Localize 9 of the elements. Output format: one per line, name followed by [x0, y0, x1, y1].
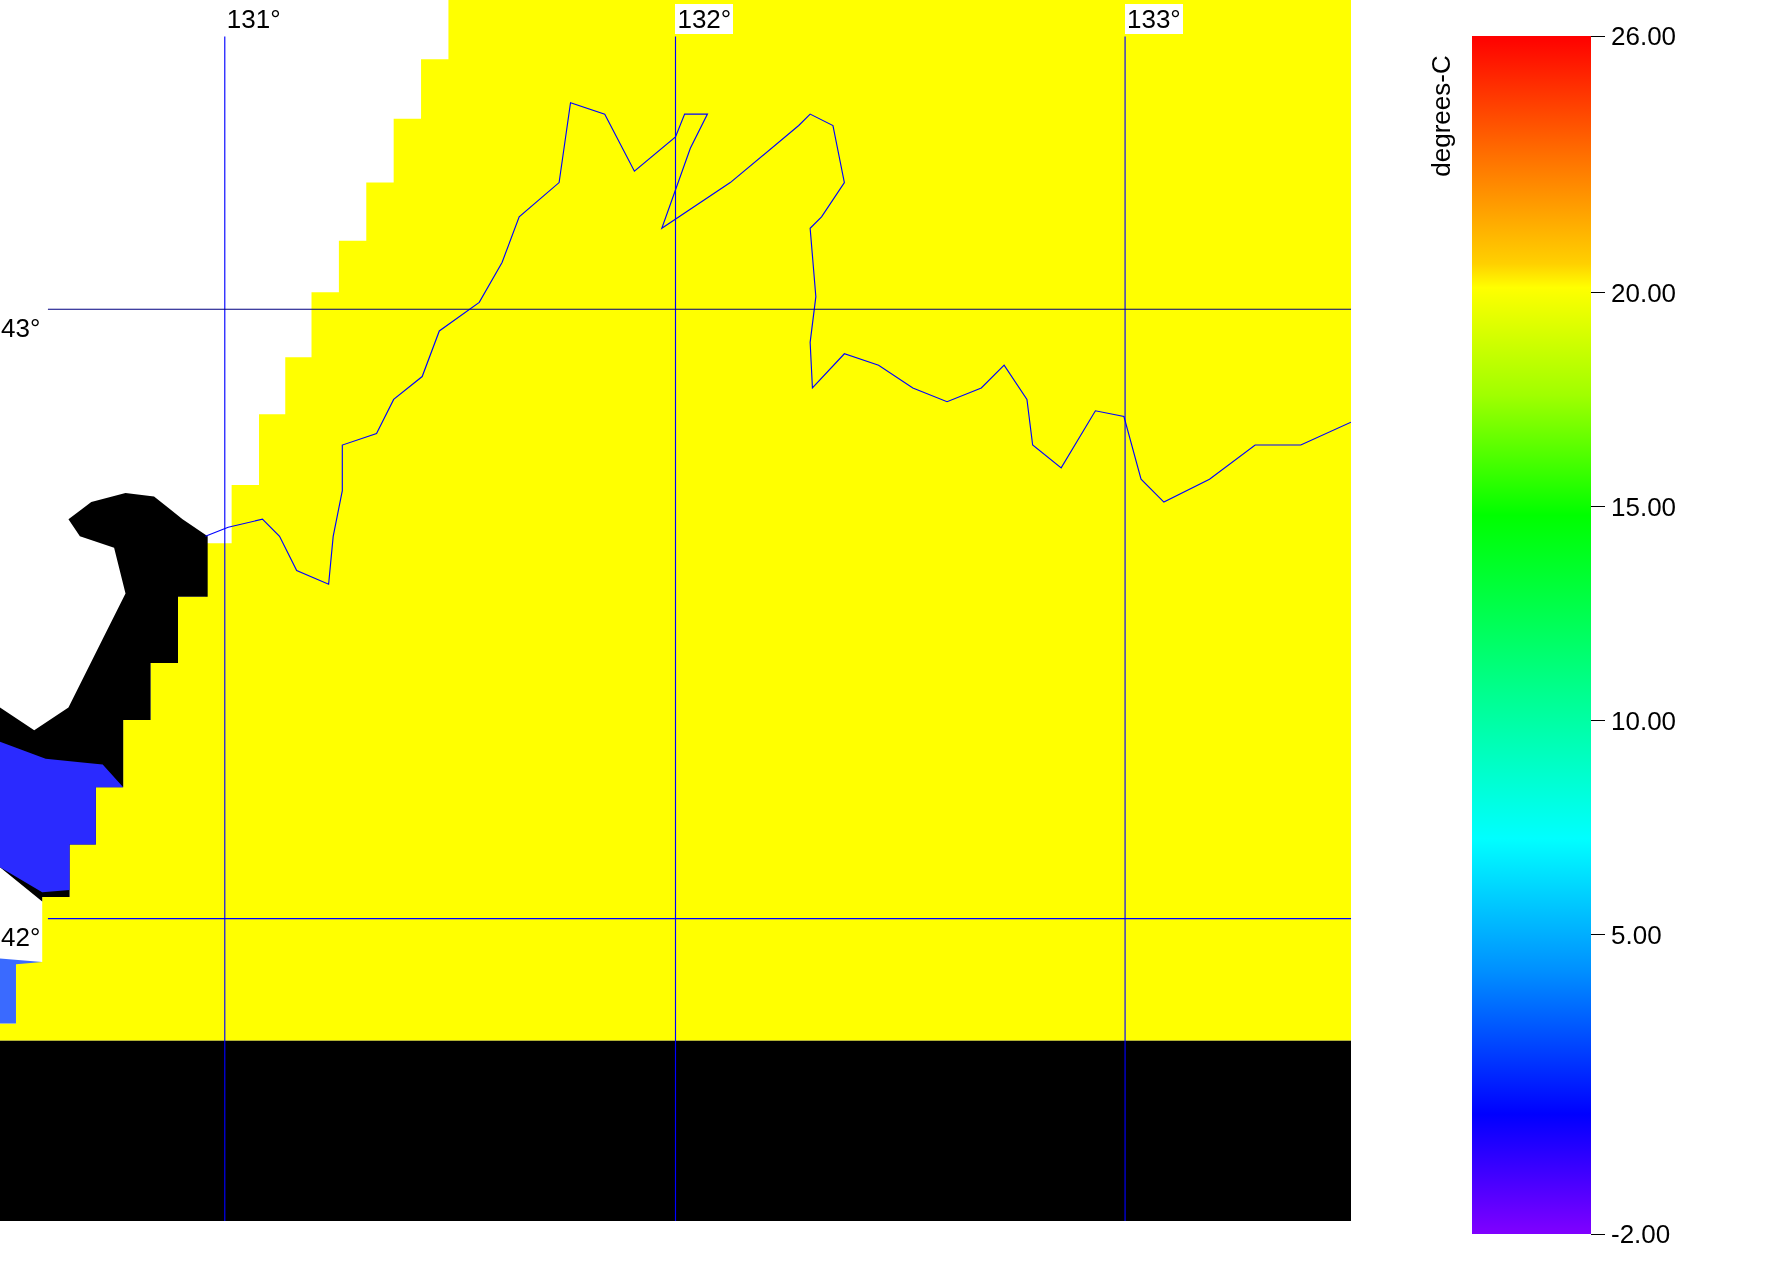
- colorbar-tick-label: 10.00: [1611, 705, 1677, 736]
- colorbar-title: degrees-C: [1428, 55, 1454, 177]
- longitude-label: 133°: [1124, 4, 1183, 34]
- colorbar-tick-label: 26.00: [1611, 21, 1677, 51]
- longitude-label: 132°: [675, 4, 734, 34]
- colorbar-tick-label: -2.00: [1611, 1219, 1671, 1249]
- colorbar-tick-label: 15.00: [1611, 491, 1677, 522]
- colorbar-tick-label: 20.00: [1611, 277, 1677, 308]
- colorbar-tick-label: 5.00: [1611, 919, 1662, 950]
